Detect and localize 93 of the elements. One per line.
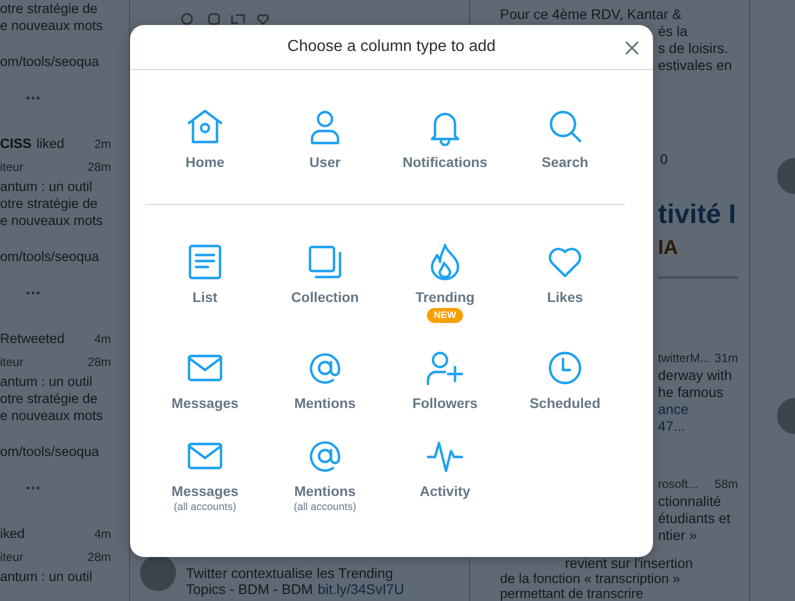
- tweet-text: és la: [658, 23, 688, 40]
- tweet-link[interactable]: om/tools/seoqua: [0, 248, 100, 265]
- tweet-text: ntier »: [658, 527, 697, 544]
- tweet-text: de la fonction « transcription »: [500, 571, 680, 586]
- tweet-text: ctionnalité: [658, 493, 722, 510]
- headline-text: tivité I: [658, 198, 736, 230]
- timestamp: 58m: [714, 476, 738, 493]
- user-plus-icon: [426, 349, 464, 387]
- option-note: (all accounts): [294, 501, 356, 513]
- option-label: Followers: [412, 395, 478, 411]
- tweet-text: revient sur l'insertion: [565, 555, 693, 571]
- column-type-option[interactable]: Scheduled: [505, 349, 625, 411]
- tweet-text: otre stratégie de: [0, 0, 98, 17]
- user-handle: iteur: [0, 354, 24, 371]
- timestamp: 4m: [94, 331, 111, 348]
- tweet-text: otre stratégie de: [0, 390, 98, 407]
- more-icon[interactable]: [26, 291, 40, 295]
- tweet-text: e nouveaux mots: [0, 212, 103, 229]
- tweet-text: s de loisirs.: [658, 40, 728, 57]
- column-type-option[interactable]: Followers: [385, 349, 505, 411]
- column-type-option[interactable]: Mentions: [265, 349, 385, 411]
- option-label: Mentions: [294, 483, 356, 499]
- option-label: Notifications: [402, 154, 488, 170]
- option-label: Trending: [415, 289, 475, 305]
- option-label: Home: [186, 154, 224, 170]
- column-type-option[interactable]: Notifications: [385, 108, 505, 170]
- option-label: Mentions: [294, 395, 356, 411]
- list-icon: [186, 243, 224, 281]
- new-badge: NEW: [426, 308, 464, 323]
- option-note: (all accounts): [174, 501, 236, 513]
- tweet-link[interactable]: bit.ly/34SvI7U: [318, 581, 404, 597]
- more-icon[interactable]: [26, 486, 40, 490]
- tweet-text: he famous: [658, 384, 724, 401]
- home-icon: [186, 108, 224, 146]
- activity-text: iked: [0, 525, 25, 543]
- column-type-option[interactable]: Messages: [145, 349, 265, 411]
- subheading-text: IA: [658, 236, 738, 279]
- option-label: Messages: [172, 483, 238, 499]
- tweet-text: permettant de transcrire: [500, 586, 644, 601]
- timestamp: 28m: [88, 159, 111, 176]
- column-type-option[interactable]: Activity: [385, 437, 505, 513]
- user-handle: iteur: [0, 159, 24, 176]
- tweet-text: antum : un outil: [0, 373, 92, 390]
- user-handle: rosoft...: [658, 476, 698, 493]
- tweet-link[interactable]: om/tools/seoqua: [0, 53, 100, 70]
- user-handle: twitterM...: [658, 350, 710, 367]
- stacked-squares-icon: [306, 243, 344, 281]
- column-type-option[interactable]: Likes: [505, 243, 625, 323]
- close-icon[interactable]: [625, 41, 639, 55]
- avatar[interactable]: [140, 555, 176, 591]
- column-type-option[interactable]: Search: [505, 108, 625, 170]
- timestamp: 28m: [88, 549, 111, 566]
- tweet-link[interactable]: om/tools/seoqua: [0, 443, 100, 460]
- user-name[interactable]: CISS: [0, 135, 32, 153]
- column-type-option[interactable]: User: [265, 108, 385, 170]
- activity-text: liked: [36, 135, 64, 153]
- user-handle: iteur: [0, 549, 24, 566]
- option-label: List: [192, 289, 218, 305]
- column-type-option[interactable]: Trending NEW: [385, 243, 505, 323]
- column-type-option[interactable]: List: [145, 243, 265, 323]
- option-label: User: [309, 154, 341, 170]
- tweet-text: e nouveaux mots: [0, 407, 103, 424]
- column-type-option[interactable]: Messages (all accounts): [145, 437, 265, 513]
- timestamp: 2m: [94, 136, 111, 153]
- timestamp: 28m: [88, 354, 111, 371]
- count-text: 0: [660, 151, 668, 168]
- tweet-text: Pour ce 4ème RDV, Kantar &: [500, 6, 682, 23]
- tweet-text: antum : un outil: [0, 568, 92, 585]
- more-icon[interactable]: [26, 96, 40, 100]
- tweet-text: antum : un outil: [0, 178, 92, 195]
- tweet-text: e nouveaux mots: [0, 17, 103, 34]
- option-label: Activity: [420, 483, 470, 499]
- column-type-option[interactable]: Collection: [265, 243, 385, 323]
- activity-text: Retweeted: [0, 330, 65, 348]
- tweet-text: Topics - BDM - BDM: [186, 581, 313, 597]
- timestamp: 4m: [94, 526, 111, 543]
- option-label: Collection: [291, 289, 359, 305]
- tweet-text: derway with: [658, 367, 732, 384]
- tweet-link[interactable]: 47...: [658, 418, 686, 435]
- column-type-option[interactable]: Home: [145, 108, 265, 170]
- option-label: Search: [542, 154, 588, 170]
- option-label: Scheduled: [530, 395, 600, 411]
- dialog-title: Choose a column type to add: [287, 38, 496, 56]
- tweet-text: Twitter contextualise les Trending: [186, 565, 394, 581]
- option-label: Likes: [547, 289, 583, 305]
- tweet-text: étudiants et: [658, 510, 730, 527]
- column-type-option[interactable]: Mentions (all accounts): [265, 437, 385, 513]
- tweet-text: otre stratégie de: [0, 195, 98, 212]
- clock-icon: [546, 349, 584, 387]
- tweet-link[interactable]: ance: [658, 401, 688, 418]
- tweet-text: estivales en: [658, 57, 732, 74]
- option-label: Messages: [172, 395, 238, 411]
- timestamp: 31m: [714, 350, 738, 367]
